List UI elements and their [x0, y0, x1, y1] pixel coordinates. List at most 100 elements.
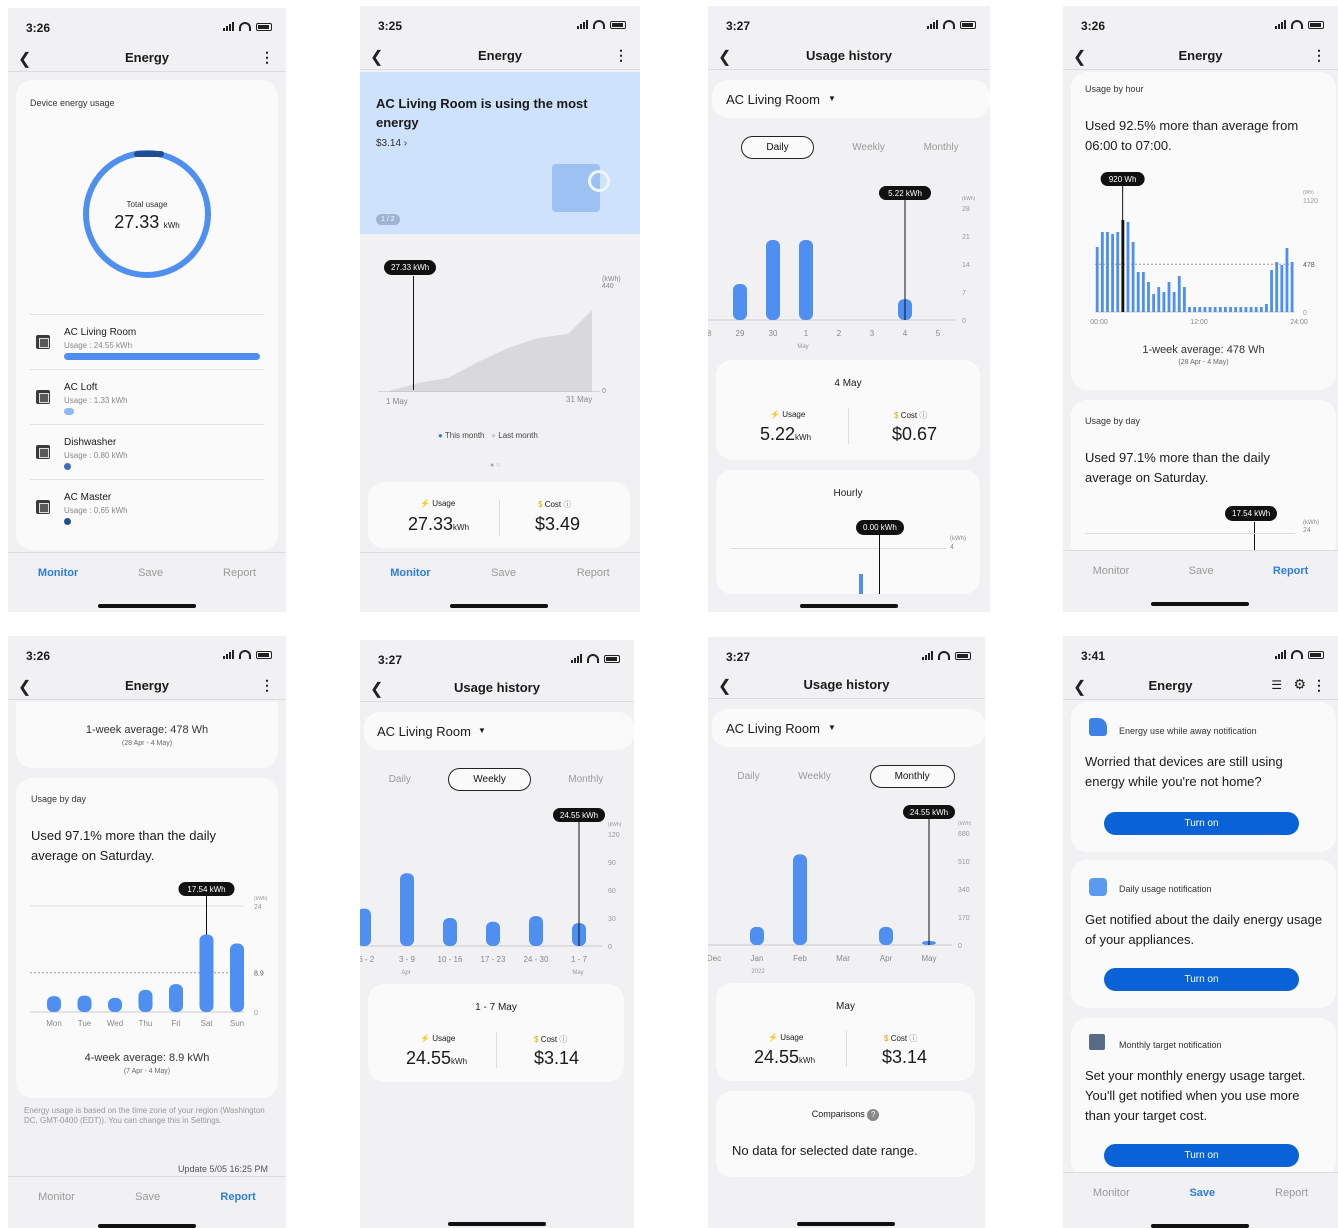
- tab-daily[interactable]: Daily: [741, 136, 814, 159]
- signal-icon: [577, 20, 588, 29]
- daily-icon: [1089, 878, 1107, 896]
- nav-save[interactable]: Save: [138, 567, 163, 579]
- cost-value: $3.14: [882, 1047, 928, 1067]
- y-tick-label: 120: [608, 832, 620, 839]
- turn-on-button[interactable]: Turn on: [1104, 968, 1299, 991]
- banner-cost[interactable]: $3.14 ›: [376, 138, 407, 149]
- tab-weekly[interactable]: Weekly: [852, 142, 885, 153]
- gear-icon[interactable]: ⚙: [1293, 676, 1306, 693]
- day-y: 24: [1303, 527, 1311, 534]
- nav-save[interactable]: Save: [1189, 1187, 1215, 1199]
- screen-energy-save: 3:41 ❮ Energy ☰ ⚙ ⋮ Energy use while away no…: [1063, 636, 1338, 1228]
- tab-daily[interactable]: Daily: [737, 771, 759, 782]
- status-bar: 3:41: [1063, 636, 1338, 672]
- more-icon[interactable]: ⋮: [1312, 677, 1326, 694]
- tab-monthly[interactable]: Monthly: [924, 142, 959, 153]
- more-icon[interactable]: ⋮: [614, 47, 628, 64]
- y-tick-label: 0: [254, 1010, 258, 1017]
- tab-weekly[interactable]: Weekly: [448, 768, 531, 791]
- status-bar: 3:26: [8, 8, 286, 44]
- chart-bar: [1208, 307, 1212, 312]
- signal-icon: [1275, 650, 1286, 659]
- hourly-tooltip: 0.00 kWh: [856, 520, 904, 535]
- more-icon[interactable]: ⋮: [260, 49, 274, 66]
- help-icon[interactable]: ?: [867, 1109, 880, 1121]
- hourly-y: 4: [950, 544, 954, 551]
- chart-bar: [1254, 307, 1258, 312]
- chart-bar: [199, 934, 214, 1012]
- nav-monitor[interactable]: Monitor: [1093, 565, 1130, 577]
- help-icon: ⓘ: [919, 411, 928, 420]
- tab-monthly[interactable]: Monthly: [568, 774, 603, 785]
- usage-bar: [64, 353, 260, 360]
- status-bar: 3:27: [708, 637, 985, 673]
- nav-save[interactable]: Save: [135, 1191, 160, 1203]
- x-tick-label: 10 - 16: [438, 955, 463, 964]
- day-summary-card: 4 May ⚡ Usage 5.22kWh $ Cost ⓘ $0.67: [716, 360, 980, 460]
- status-time: 3:26: [26, 21, 51, 35]
- device-selector[interactable]: AC Living Room ▼: [712, 80, 990, 118]
- y-tick-label: 7: [962, 290, 966, 297]
- nav-monitor[interactable]: Monitor: [38, 567, 78, 579]
- x-sub-label: Apr: [401, 970, 410, 976]
- signal-icon: [223, 22, 234, 31]
- chart-bar: [1147, 282, 1150, 312]
- weekly-chart: 120 90 60 30 0 (kWh) 26 - 2 3 - 9 10 - 16 17 - 23…: [360, 808, 622, 976]
- schedule-icon[interactable]: ☰: [1271, 678, 1282, 692]
- cost-value: $3.49: [535, 514, 581, 534]
- hourly-title: Hourly: [833, 488, 863, 499]
- screen-usage-daily: 3:27 ❮ Usage history AC Living Room ▼ Dail…: [708, 6, 990, 612]
- timezone-note: Energy usage is based on the time zone o…: [24, 1106, 265, 1125]
- nav-report[interactable]: Report: [223, 567, 256, 579]
- chart-bar: [1157, 287, 1161, 312]
- y-tick-label: 0: [962, 318, 966, 325]
- device-row[interactable]: AC Master Usage : 0.65 kWh: [30, 479, 264, 533]
- device-row[interactable]: Dishwasher Usage : 0.80 kWh: [30, 424, 264, 478]
- bolt-icon: ⚡: [420, 1034, 430, 1043]
- nav-monitor[interactable]: Monitor: [38, 1191, 75, 1203]
- wifi-icon: [1291, 20, 1303, 29]
- divider: [496, 1032, 497, 1068]
- device-selector[interactable]: AC Living Room ▼: [364, 712, 634, 750]
- dropdown-icon: ▼: [478, 726, 486, 735]
- more-icon[interactable]: ⋮: [1312, 47, 1326, 64]
- period-tabs: Daily Weekly Monthly: [370, 768, 622, 791]
- header: ❮ Energy ☰ ⚙ ⋮: [1063, 672, 1338, 700]
- chart-bar: [108, 997, 122, 1012]
- tab-weekly[interactable]: Weekly: [798, 771, 831, 782]
- nav-monitor[interactable]: Monitor: [1093, 1187, 1130, 1199]
- nav-save[interactable]: Save: [1189, 565, 1214, 577]
- bolt-icon: ⚡: [768, 1033, 778, 1042]
- device-row[interactable]: AC Living Room Usage : 24.55 kWh: [30, 314, 264, 368]
- tab-monthly[interactable]: Monthly: [869, 765, 955, 788]
- nav-report[interactable]: Report: [220, 1191, 255, 1203]
- x-tick-label: 29: [736, 329, 745, 338]
- nav-report[interactable]: Report: [1273, 565, 1308, 577]
- device-selector[interactable]: AC Living Room ▼: [712, 709, 985, 747]
- pager-dots: ● ○: [490, 462, 501, 469]
- ac-icon: [36, 500, 50, 514]
- x-tick-label: Sun: [230, 1019, 244, 1028]
- chart-bar: [1167, 282, 1171, 312]
- usage-bar: [64, 408, 74, 415]
- bottom-nav: Monitor Save Report: [1063, 1172, 1338, 1212]
- insight-banner[interactable]: AC Living Room is using the most energy …: [360, 72, 640, 234]
- more-icon[interactable]: ⋮: [260, 677, 274, 694]
- total-value: 27.33 kWh: [114, 212, 180, 232]
- nav-monitor[interactable]: Monitor: [390, 567, 430, 579]
- period-tabs: Daily Weekly Monthly: [718, 765, 974, 788]
- status-time: 3:26: [1081, 19, 1106, 33]
- tab-daily[interactable]: Daily: [389, 774, 411, 785]
- device-row[interactable]: AC Loft Usage : 1.33 kWh: [30, 369, 264, 423]
- y-tick-label: 0: [608, 944, 612, 951]
- chart-bar: [1131, 242, 1135, 312]
- turn-on-button[interactable]: Turn on: [1104, 812, 1299, 835]
- nav-save[interactable]: Save: [491, 567, 516, 579]
- nav-report[interactable]: Report: [577, 567, 610, 579]
- header: ❮ Usage history: [708, 671, 985, 699]
- turn-on-button[interactable]: Turn on: [1104, 1144, 1299, 1167]
- nav-report[interactable]: Report: [1275, 1187, 1308, 1199]
- insight-text: Used 97.1% more than the daily average o…: [31, 828, 216, 863]
- notification-text: Get notified about the daily energy usag…: [1085, 912, 1323, 947]
- page-title: Energy: [1148, 678, 1193, 693]
